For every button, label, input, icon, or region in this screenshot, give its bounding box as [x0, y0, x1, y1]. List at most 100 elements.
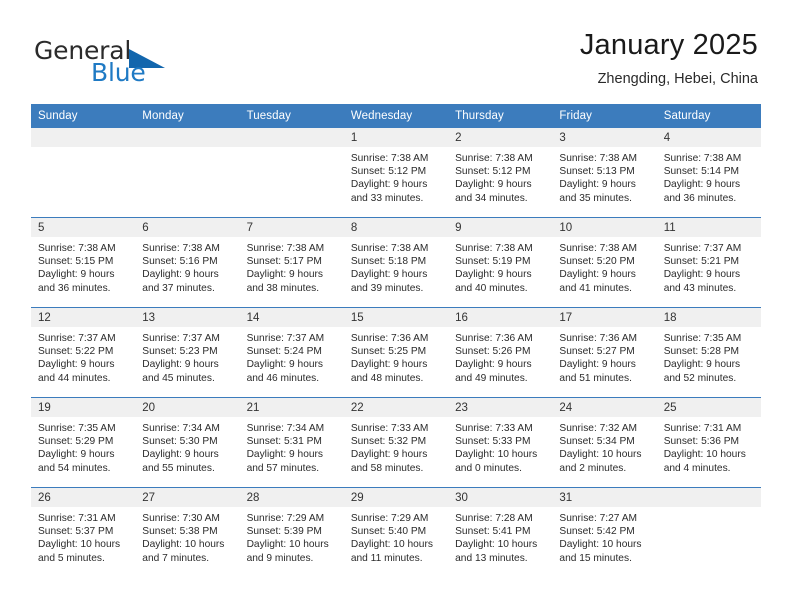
weekday-header-monday: Monday: [135, 104, 240, 128]
calendar-day-cell[interactable]: 26 Sunrise: 7:31 AM Sunset: 5:37 PM Dayligh…: [31, 487, 136, 577]
daylight-duration-line2: and 5 minutes.: [38, 552, 105, 564]
daylight-duration-line1: Daylight: 9 hours: [559, 269, 636, 281]
calendar-day-cell[interactable]: 7 Sunrise: 7:38 AM Sunset: 5:17 PM Daylight…: [239, 217, 344, 308]
day-cell-inner: 5 Sunrise: 7:38 AM Sunset: 5:15 PM Daylight…: [31, 218, 136, 307]
calendar-day-cell[interactable]: 30 Sunrise: 7:28 AM Sunset: 5:41 PM Dayligh…: [448, 487, 553, 577]
day-details: Sunrise: 7:38 AM Sunset: 5:14 PM Daylight:…: [657, 147, 761, 205]
day-details: Sunrise: 7:29 AM Sunset: 5:39 PM Daylight:…: [240, 507, 344, 565]
calendar-day-cell[interactable]: 22 Sunrise: 7:33 AM Sunset: 5:32 PM Dayligh…: [343, 397, 449, 488]
calendar-day-cell[interactable]: 17 Sunrise: 7:36 AM Sunset: 5:27 PM Dayligh…: [552, 307, 657, 398]
day-details: Sunrise: 7:35 AM Sunset: 5:28 PM Daylight:…: [657, 327, 761, 385]
calendar-day-cell[interactable]: 18 Sunrise: 7:35 AM Sunset: 5:28 PM Dayligh…: [656, 307, 761, 398]
calendar-day-cell[interactable]: 21 Sunrise: 7:34 AM Sunset: 5:31 PM Dayligh…: [239, 397, 344, 488]
calendar-day-cell[interactable]: 20 Sunrise: 7:34 AM Sunset: 5:30 PM Dayligh…: [135, 397, 240, 488]
daylight-duration-line2: and 54 minutes.: [38, 462, 111, 474]
sunset-time: Sunset: 5:39 PM: [246, 526, 322, 538]
day-number: 9: [448, 218, 553, 237]
calendar-day-cell[interactable]: 28 Sunrise: 7:29 AM Sunset: 5:39 PM Dayligh…: [239, 487, 344, 577]
daylight-duration-line1: Daylight: 9 hours: [455, 269, 532, 281]
day-cell-inner: 28 Sunrise: 7:29 AM Sunset: 5:39 PM Dayligh…: [239, 488, 344, 577]
calendar-day-cell[interactable]: 27 Sunrise: 7:30 AM Sunset: 5:38 PM Dayligh…: [135, 487, 240, 577]
daylight-duration-line1: Daylight: 9 hours: [142, 269, 219, 281]
day-details: Sunrise: 7:37 AM Sunset: 5:21 PM Daylight:…: [657, 237, 761, 295]
calendar-day-cell[interactable]: 10 Sunrise: 7:38 AM Sunset: 5:20 PM Dayligh…: [552, 217, 657, 308]
sunset-time: Sunset: 5:26 PM: [455, 346, 531, 358]
calendar-day-cell[interactable]: 16 Sunrise: 7:36 AM Sunset: 5:26 PM Dayligh…: [448, 307, 553, 398]
calendar-day-cell[interactable]: 1 Sunrise: 7:38 AM Sunset: 5:12 PM Daylight…: [343, 128, 449, 218]
calendar-day-cell[interactable]: 4 Sunrise: 7:38 AM Sunset: 5:14 PM Daylight…: [656, 128, 761, 218]
day-cell-inner: 15 Sunrise: 7:36 AM Sunset: 5:25 PM Dayligh…: [343, 308, 449, 397]
daylight-duration-line1: Daylight: 9 hours: [350, 359, 428, 371]
daylight-duration-line2: and 46 minutes.: [246, 372, 320, 384]
daylight-duration-line2: and 57 minutes.: [246, 462, 320, 474]
title-block: January 2025 Zhengding, Hebei, China: [580, 28, 758, 88]
calendar-day-cell[interactable]: 13 Sunrise: 7:37 AM Sunset: 5:23 PM Dayligh…: [135, 307, 240, 398]
calendar-day-cell[interactable]: 11 Sunrise: 7:37 AM Sunset: 5:21 PM Dayligh…: [656, 217, 761, 308]
calendar-day-cell[interactable]: 5 Sunrise: 7:38 AM Sunset: 5:15 PM Daylight…: [31, 217, 136, 308]
sunset-time: Sunset: 5:19 PM: [455, 256, 531, 268]
day-number: 15: [343, 308, 449, 327]
brand-logo[interactable]: General Blue: [34, 36, 234, 92]
daylight-duration-line2: and 37 minutes.: [142, 282, 215, 294]
calendar-day-cell[interactable]: 23 Sunrise: 7:33 AM Sunset: 5:33 PM Dayligh…: [448, 397, 553, 488]
daylight-duration-line2: and 4 minutes.: [663, 462, 731, 474]
day-cell-inner: 14 Sunrise: 7:37 AM Sunset: 5:24 PM Dayligh…: [239, 308, 344, 397]
calendar-day-cell[interactable]: 24 Sunrise: 7:32 AM Sunset: 5:34 PM Dayligh…: [552, 397, 657, 488]
day-details: Sunrise: 7:38 AM Sunset: 5:18 PM Daylight:…: [344, 237, 448, 295]
daylight-duration-line1: Daylight: 9 hours: [142, 359, 219, 371]
day-number: 13: [135, 308, 240, 327]
page-title: January 2025: [579, 29, 758, 61]
calendar-day-cell[interactable]: 19 Sunrise: 7:35 AM Sunset: 5:29 PM Dayligh…: [31, 397, 136, 488]
day-number: 30: [448, 488, 553, 507]
calendar-day-cell[interactable]: 8 Sunrise: 7:38 AM Sunset: 5:18 PM Daylight…: [343, 217, 449, 308]
sunrise-time: Sunrise: 7:38 AM: [559, 243, 637, 254]
day-cell-inner: 7 Sunrise: 7:38 AM Sunset: 5:17 PM Daylight…: [239, 218, 344, 307]
calendar-day-cell[interactable]: 25 Sunrise: 7:31 AM Sunset: 5:36 PM Dayligh…: [656, 397, 761, 488]
calendar-body: 1 Sunrise: 7:38 AM Sunset: 5:12 PM Daylight…: [31, 128, 761, 577]
daylight-duration-line2: and 38 minutes.: [246, 282, 320, 294]
daylight-duration-line2: and 13 minutes.: [455, 552, 528, 564]
sunset-time: Sunset: 5:34 PM: [559, 436, 635, 448]
daylight-duration-line1: Daylight: 9 hours: [38, 269, 115, 281]
day-number: 8: [343, 218, 449, 237]
sunrise-time: Sunrise: 7:29 AM: [246, 513, 325, 524]
calendar-day-cell[interactable]: 14 Sunrise: 7:37 AM Sunset: 5:24 PM Dayligh…: [239, 307, 344, 398]
day-number: 22: [343, 398, 449, 417]
day-number: 21: [239, 398, 344, 417]
daylight-duration-line1: Daylight: 9 hours: [246, 269, 324, 281]
calendar-day-cell[interactable]: 31 Sunrise: 7:27 AM Sunset: 5:42 PM Dayligh…: [552, 487, 657, 577]
day-cell-inner: 4 Sunrise: 7:38 AM Sunset: 5:14 PM Daylight…: [656, 128, 761, 217]
sunrise-time: Sunrise: 7:33 AM: [455, 423, 533, 434]
day-cell-inner: 18 Sunrise: 7:35 AM Sunset: 5:28 PM Dayligh…: [656, 308, 761, 397]
day-number: 11: [656, 218, 761, 237]
day-number: 23: [448, 398, 553, 417]
sunrise-time: Sunrise: 7:37 AM: [142, 333, 220, 344]
day-details: Sunrise: 7:37 AM Sunset: 5:23 PM Daylight:…: [135, 327, 239, 385]
calendar-day-cell[interactable]: 29 Sunrise: 7:29 AM Sunset: 5:40 PM Dayligh…: [343, 487, 449, 577]
calendar-day-cell[interactable]: 12 Sunrise: 7:37 AM Sunset: 5:22 PM Dayligh…: [31, 307, 136, 398]
day-number: 6: [135, 218, 240, 237]
daylight-duration-line2: and 58 minutes.: [350, 462, 424, 474]
sunrise-time: Sunrise: 7:38 AM: [38, 243, 116, 254]
day-details: Sunrise: 7:31 AM Sunset: 5:36 PM Daylight:…: [657, 417, 761, 475]
sunset-time: Sunset: 5:12 PM: [455, 166, 531, 178]
daylight-duration-line1: Daylight: 9 hours: [350, 179, 428, 191]
calendar-day-cell[interactable]: 6 Sunrise: 7:38 AM Sunset: 5:16 PM Daylight…: [135, 217, 240, 308]
calendar-week-row: 26 Sunrise: 7:31 AM Sunset: 5:37 PM Dayligh…: [31, 487, 761, 577]
day-details: Sunrise: 7:38 AM Sunset: 5:17 PM Daylight:…: [240, 237, 344, 295]
daylight-duration-line2: and 44 minutes.: [38, 372, 111, 384]
daylight-duration-line2: and 45 minutes.: [142, 372, 215, 384]
daylight-duration-line1: Daylight: 9 hours: [38, 359, 115, 371]
calendar-grid: Sunday Monday Tuesday Wednesday Thursday Frid…: [31, 104, 761, 577]
day-cell-inner: [31, 128, 136, 217]
calendar-day-cell[interactable]: 15 Sunrise: 7:36 AM Sunset: 5:25 PM Dayligh…: [343, 307, 449, 398]
calendar-day-cell[interactable]: 3 Sunrise: 7:38 AM Sunset: 5:13 PM Daylight…: [552, 128, 657, 218]
day-details: Sunrise: 7:38 AM Sunset: 5:16 PM Daylight:…: [135, 237, 239, 295]
calendar-day-cell[interactable]: 9 Sunrise: 7:38 AM Sunset: 5:19 PM Daylight…: [448, 217, 553, 308]
sunrise-time: Sunrise: 7:34 AM: [246, 423, 325, 434]
day-details: Sunrise: 7:36 AM Sunset: 5:26 PM Daylight:…: [448, 327, 552, 385]
day-number: [135, 128, 240, 147]
calendar-day-cell[interactable]: 2 Sunrise: 7:38 AM Sunset: 5:12 PM Daylight…: [448, 128, 553, 218]
day-cell-inner: 6 Sunrise: 7:38 AM Sunset: 5:16 PM Daylight…: [135, 218, 240, 307]
sunset-time: Sunset: 5:42 PM: [559, 526, 635, 538]
